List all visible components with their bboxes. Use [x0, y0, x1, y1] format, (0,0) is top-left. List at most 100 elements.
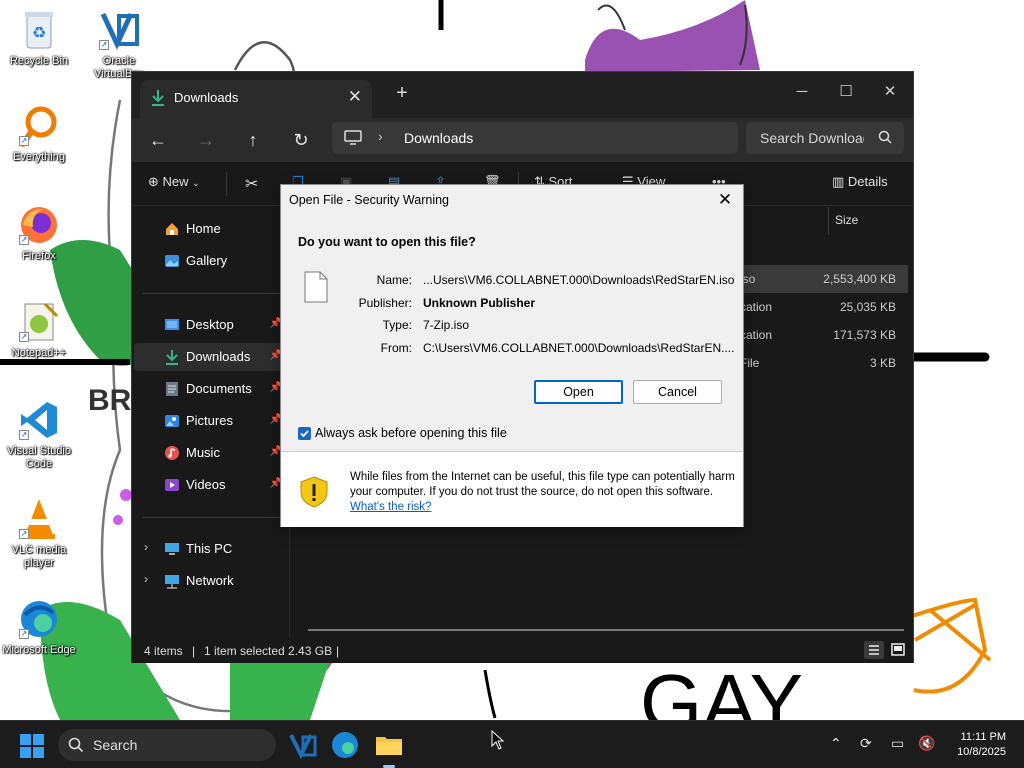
taskbar-edge-icon[interactable]	[329, 729, 361, 761]
clock[interactable]: 11:11 PM 10/8/2025	[957, 730, 1006, 760]
nav-item-label: Gallery	[186, 253, 228, 268]
videos-icon	[164, 477, 180, 493]
chevron-right-icon[interactable]: ›	[144, 572, 148, 586]
nav-item-videos[interactable]: Videos 📌	[134, 471, 286, 499]
type-value: 7-Zip.iso	[423, 318, 470, 332]
desktop-icon-vscode[interactable]: ↗ Visual Studio Code	[1, 398, 77, 471]
tab-downloads[interactable]: Downloads ✕	[140, 80, 372, 118]
horizontal-scrollbar[interactable]	[308, 629, 904, 631]
search-placeholder: Search Downloads	[760, 130, 864, 146]
virtualbox-icon: ↗	[97, 8, 141, 52]
nav-item-gallery[interactable]: Gallery	[134, 247, 286, 275]
forward-button[interactable]: →	[190, 126, 222, 154]
show-hidden-icons-chevron-icon[interactable]: ⌃	[830, 735, 842, 752]
always-ask-label[interactable]: Always ask before opening this file	[315, 426, 507, 440]
nav-item-home[interactable]: Home	[134, 215, 286, 243]
publisher-label: Publisher:	[358, 296, 412, 310]
close-window-button[interactable]: ✕	[868, 78, 912, 106]
nav-item-label: Pictures	[186, 413, 233, 428]
chevron-right-icon: ›	[378, 128, 383, 144]
chevron-down-icon: ⌄	[192, 178, 200, 188]
clock-date: 10/8/2025	[957, 746, 1006, 758]
close-tab-icon[interactable]: ✕	[348, 87, 362, 107]
status-bar: 4 items | 1 item selected 2.43 GB |	[132, 637, 913, 663]
column-header-size[interactable]: Size	[828, 207, 908, 235]
taskbar-search[interactable]: Search	[58, 729, 276, 761]
file-size: 3 KB	[869, 356, 896, 370]
warning-message: While files from the Internet can be use…	[350, 471, 735, 498]
tiles-view-icon[interactable]	[888, 641, 908, 659]
publisher-value: Unknown Publisher	[423, 296, 536, 310]
whats-the-risk-link[interactable]: What's the risk?	[350, 501, 431, 513]
search-icon	[68, 737, 84, 756]
svg-text:♻: ♻	[32, 25, 46, 42]
network-icon	[164, 573, 180, 589]
shortcut-arrow-icon: ↗	[19, 136, 29, 146]
nav-item-music[interactable]: Music 📌	[134, 439, 286, 467]
taskbar-file-explorer-icon[interactable]	[373, 729, 405, 768]
maximize-button[interactable]: ☐	[824, 78, 868, 106]
volume-muted-icon[interactable]: 🔇	[918, 735, 935, 752]
dialog-close-button[interactable]: ✕	[713, 188, 737, 212]
chevron-right-icon[interactable]: ›	[144, 540, 148, 554]
new-button[interactable]: ⊕ New ⌄	[148, 174, 200, 190]
vlc-icon: ↗	[17, 497, 61, 541]
nav-item-label: Music	[186, 445, 220, 460]
details-label: Details	[847, 174, 888, 189]
search-box[interactable]: Search Downloads	[746, 122, 904, 154]
windows-logo-icon	[20, 734, 44, 758]
nav-item-downloads[interactable]: Downloads 📌	[134, 343, 286, 371]
desktop-icon-notepadpp[interactable]: ↗ Notepad++	[1, 300, 77, 360]
minimize-button[interactable]: ─	[780, 78, 824, 106]
file-size: 25,035 KB	[839, 300, 896, 314]
nav-item-pictures[interactable]: Pictures 📌	[134, 407, 286, 435]
nav-item-label: Network	[186, 573, 234, 588]
nav-item-desktop[interactable]: Desktop 📌	[134, 311, 286, 339]
desktop-icon-vlc[interactable]: ↗ VLC media player	[1, 497, 77, 570]
file-type: cation	[740, 328, 773, 342]
desktop-icon-firefox[interactable]: ↗ Firefox	[1, 203, 77, 263]
notepadpp-icon: ↗	[17, 300, 61, 344]
file-type: cation	[740, 300, 773, 314]
dialog-title: Open File - Security Warning	[289, 193, 450, 207]
address-bar-row: ← → ↑ ↻ › Downloads Search Downloads	[132, 118, 913, 162]
desktop-icon-recycle-bin[interactable]: ♻ Recycle Bin	[1, 8, 77, 68]
cut-icon[interactable]: ✂	[245, 174, 258, 194]
desktop-icon-edge[interactable]: ↗ Microsoft Edge	[1, 597, 77, 657]
new-tab-button[interactable]: +	[390, 82, 414, 105]
music-icon	[164, 445, 180, 461]
nav-item-network[interactable]: › Network	[134, 567, 286, 595]
details-button[interactable]: ▥ Details	[832, 174, 888, 190]
documents-icon	[164, 381, 180, 397]
everything-search-icon: ↗	[17, 104, 61, 148]
nav-item-this-pc[interactable]: › This PC	[134, 535, 286, 563]
start-button[interactable]	[20, 734, 44, 758]
gallery-icon	[164, 253, 180, 269]
taskbar-virtualbox-icon[interactable]	[287, 729, 319, 761]
details-view-icon[interactable]	[864, 641, 884, 659]
refresh-button[interactable]: ↻	[285, 126, 317, 154]
update-sync-icon[interactable]: ⟳	[860, 735, 872, 752]
nav-item-label: Desktop	[186, 317, 234, 332]
back-button[interactable]: ←	[142, 126, 174, 154]
nav-divider	[142, 293, 282, 294]
mouse-cursor-icon	[491, 729, 505, 753]
selection-info: 1 item selected 2.43 GB	[204, 644, 333, 658]
address-field[interactable]: › Downloads	[332, 122, 738, 154]
type-label: Type:	[382, 318, 412, 332]
network-status-icon[interactable]: ▭	[891, 735, 904, 752]
item-count: 4 items	[144, 644, 183, 658]
always-ask-checkbox[interactable]	[298, 427, 311, 440]
name-label: Name:	[376, 273, 412, 287]
nav-item-label: Downloads	[186, 349, 251, 364]
nav-item-label: This PC	[186, 541, 233, 556]
nav-item-documents[interactable]: Documents 📌	[134, 375, 286, 403]
cancel-button[interactable]: Cancel	[633, 380, 722, 404]
desktop-icon-everything[interactable]: ↗ Everything	[1, 104, 77, 164]
desktop-icon-label: Recycle Bin	[9, 55, 69, 67]
nav-item-label: Home	[186, 221, 221, 236]
recycle-bin-icon: ♻	[17, 8, 61, 52]
taskbar-search-label: Search	[93, 737, 138, 753]
up-button[interactable]: ↑	[237, 126, 269, 154]
open-button[interactable]: Open	[534, 380, 623, 404]
